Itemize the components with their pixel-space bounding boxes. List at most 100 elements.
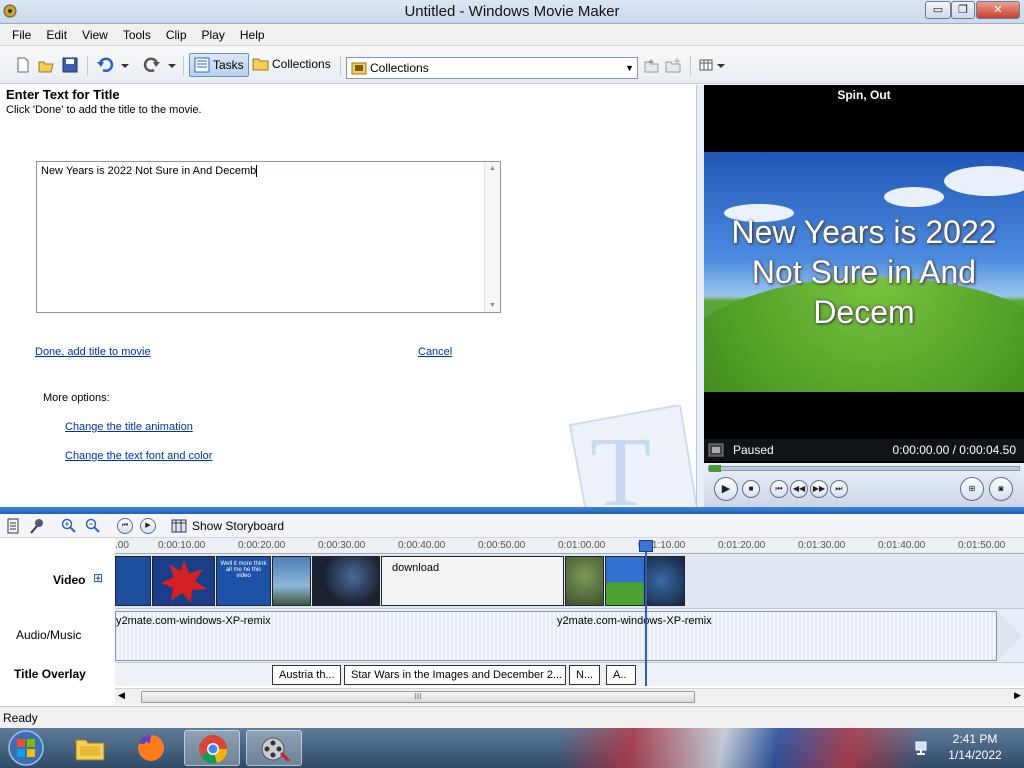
taskbar-firefox[interactable]: [123, 730, 179, 766]
video-clip[interactable]: download: [381, 556, 564, 606]
expand-video-track-icon[interactable]: ⊞: [93, 571, 103, 585]
clock-date: 1/14/2022: [948, 748, 1002, 762]
stop-button[interactable]: ■: [742, 480, 760, 498]
ruler-tick: 0:01:00.00: [558, 540, 606, 551]
done-add-title-link[interactable]: Done, add title to movie: [35, 346, 151, 358]
video-clip[interactable]: [272, 556, 311, 606]
title-text-input[interactable]: New Years is 2022 Not Sure in And Decemb…: [36, 161, 501, 313]
rewind-button[interactable]: ◀◀: [790, 480, 808, 498]
taskbar-movie-maker[interactable]: [246, 730, 302, 766]
playhead-handle[interactable]: [639, 540, 653, 552]
video-clip[interactable]: [605, 556, 645, 606]
timeline-splitter[interactable]: [0, 507, 1024, 514]
timeline-toolbar: ⏮ ▶ Show Storyboard: [0, 514, 1024, 538]
menu-tools[interactable]: Tools: [115, 24, 158, 42]
minimize-button[interactable]: ▭: [925, 1, 951, 19]
pane-subheading: Click 'Done' to add the title to the mov…: [6, 104, 202, 116]
system-clock[interactable]: 2:41 PM 1/14/2022: [940, 731, 1010, 763]
network-icon[interactable]: [914, 740, 932, 756]
video-clip[interactable]: [646, 556, 685, 606]
undo-dropdown-icon[interactable]: [120, 56, 130, 74]
video-clip[interactable]: [565, 556, 604, 606]
menu-help[interactable]: Help: [232, 24, 272, 42]
split-clip-button[interactable]: ⊞: [960, 477, 984, 501]
pane-splitter[interactable]: [696, 85, 704, 507]
seek-thumb[interactable]: [709, 465, 721, 472]
seek-bar[interactable]: [708, 465, 1020, 472]
start-button-icon[interactable]: [6, 729, 46, 767]
change-text-font-color-link[interactable]: Change the text font and color: [65, 450, 212, 462]
video-clip[interactable]: [312, 556, 380, 606]
next-frame-button[interactable]: ⏭: [830, 480, 848, 498]
taskbar-chrome[interactable]: [184, 730, 240, 766]
tasks-button[interactable]: Tasks: [189, 53, 249, 77]
overlay-clip[interactable]: Austria th...: [272, 665, 341, 685]
previous-frame-button[interactable]: ⏮: [770, 480, 788, 498]
timeline-horizontal-scrollbar[interactable]: ◀ III ▶: [115, 688, 1024, 705]
audio-clip[interactable]: y2mate.com-windows-XP-remix y2mate.com-w…: [115, 611, 997, 661]
open-project-icon[interactable]: [37, 56, 55, 74]
ruler-tick: 0:01:40.00: [878, 540, 926, 551]
video-clip[interactable]: [115, 556, 151, 606]
undo-icon[interactable]: [96, 56, 114, 74]
ruler-tick: 0:00:40.00: [398, 540, 446, 551]
maximize-button[interactable]: ❐: [951, 1, 975, 19]
title-overlay-track[interactable]: Austria th... Star Wars in the Images an…: [115, 662, 1024, 686]
show-storyboard-button[interactable]: Show Storyboard: [171, 516, 284, 536]
taskbar-explorer[interactable]: [62, 730, 118, 766]
collections-dropdown[interactable]: Collections ▼: [346, 57, 638, 79]
play-button[interactable]: ▶: [714, 477, 738, 501]
take-picture-button[interactable]: ◙: [989, 477, 1013, 501]
audio-track[interactable]: y2mate.com-windows-XP-remix y2mate.com-w…: [115, 608, 1024, 662]
menu-play[interactable]: Play: [194, 24, 232, 42]
new-project-icon[interactable]: [14, 56, 32, 74]
preview-cloud: [944, 166, 1024, 196]
audio-track-label: Audio/Music: [16, 628, 82, 642]
chevron-down-icon: ▼: [625, 63, 634, 73]
ruler-tick: 0:00:30.00: [318, 540, 366, 551]
scroll-right-icon[interactable]: ▶: [1014, 690, 1021, 701]
show-storyboard-label: Show Storyboard: [192, 519, 285, 533]
title-text-scrollbar[interactable]: ▲ ▼: [484, 162, 500, 312]
toolbar-separator: [340, 56, 341, 76]
menu-view[interactable]: View: [74, 24, 115, 42]
zoom-in-icon[interactable]: [61, 518, 77, 534]
close-button[interactable]: ✕: [976, 1, 1020, 19]
scroll-left-icon[interactable]: ◀: [118, 690, 125, 701]
preview-cloud: [884, 187, 944, 207]
play-timeline-button[interactable]: ▶: [140, 518, 156, 534]
ruler-tick: 0:01:20.00: [718, 540, 766, 551]
status-text: Ready: [3, 711, 38, 725]
zoom-out-icon[interactable]: [85, 518, 101, 534]
playhead[interactable]: [645, 542, 647, 686]
change-title-animation-link[interactable]: Change the title animation: [65, 421, 193, 433]
svg-text:T: T: [590, 416, 651, 507]
video-track[interactable]: Well it more think all me he this video …: [115, 554, 1024, 608]
menu-clip[interactable]: Clip: [158, 24, 194, 42]
overlay-clip[interactable]: N...: [569, 665, 600, 685]
views-icon[interactable]: [698, 56, 716, 74]
views-dropdown-icon[interactable]: [716, 56, 726, 74]
collections-label: Collections: [272, 57, 331, 71]
set-audio-levels-icon[interactable]: [6, 518, 20, 534]
preview-controls: ▶ ■ ⏮ ◀◀ ▶▶ ⏭ ⊞ ◙: [704, 463, 1024, 507]
scrollbar-thumb[interactable]: III: [141, 691, 695, 703]
new-folder-icon[interactable]: [664, 56, 682, 74]
cancel-link[interactable]: Cancel: [418, 346, 452, 358]
video-clip[interactable]: Well it more think all me he this video: [216, 556, 271, 606]
collections-button[interactable]: Collections: [252, 53, 336, 77]
fast-forward-button[interactable]: ▶▶: [810, 480, 828, 498]
redo-dropdown-icon[interactable]: [167, 56, 177, 74]
redo-icon[interactable]: [143, 56, 161, 74]
title-bar: Untitled - Windows Movie Maker ▭ ❐ ✕: [0, 0, 1024, 24]
save-project-icon[interactable]: [61, 56, 79, 74]
rewind-timeline-button[interactable]: ⏮: [117, 518, 133, 534]
timeline-ruler[interactable]: .00 0:00:10.00 0:00:20.00 0:00:30.00 0:0…: [115, 538, 1024, 554]
overlay-clip[interactable]: Star Wars in the Images and December 2..…: [344, 665, 566, 685]
up-folder-icon[interactable]: [642, 56, 660, 74]
overlay-clip[interactable]: A..: [606, 665, 636, 685]
narrate-timeline-icon[interactable]: [29, 518, 45, 534]
menu-edit[interactable]: Edit: [38, 24, 74, 42]
video-clip[interactable]: [152, 556, 215, 606]
menu-file[interactable]: File: [0, 24, 38, 42]
